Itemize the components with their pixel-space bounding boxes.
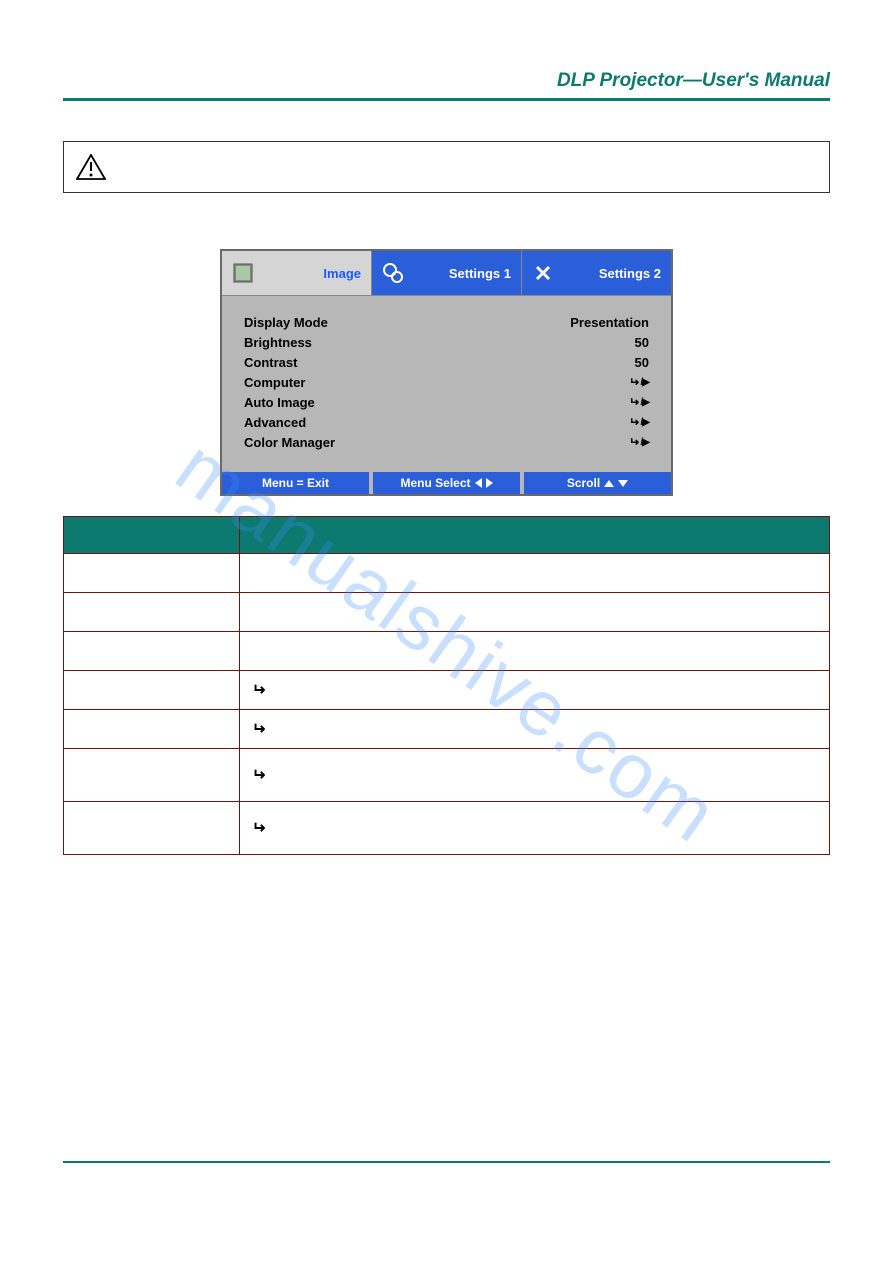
table-cell-desc: ↵ [240,671,830,710]
osd-tabs: Image Settings 1 Settings 2 [222,251,671,296]
tab-settings2-label: Settings 2 [599,266,661,281]
table-row: ↵ [64,802,830,855]
enter-icon: ↵ [252,765,265,785]
tab-image[interactable]: Image [222,251,371,295]
table-row: ↵ [64,749,830,802]
footer-scroll[interactable]: Scroll [524,472,671,494]
table-cell-desc [240,593,830,632]
table-cell-desc: ↵ [240,802,830,855]
osd-label: Brightness [244,335,312,350]
osd-label: Contrast [244,355,297,370]
tab-settings1-label: Settings 1 [449,266,511,281]
table-row: ↵ [64,671,830,710]
osd-value: Presentation [570,315,649,330]
osd-label: Advanced [244,415,306,430]
enter-icon: ↵ [252,719,265,739]
osd-label: Color Manager [244,435,335,450]
table-row [64,593,830,632]
table-cell-item [64,593,240,632]
table-header-row [64,517,830,554]
footer-rule [63,1161,830,1163]
table-cell-item [64,554,240,593]
tab-settings2[interactable]: Settings 2 [521,251,671,295]
osd-value: 50 [635,335,649,350]
enter-arrow-icon: ↵/▶ [629,395,649,409]
table-cell-item [64,632,240,671]
osd-row-computer[interactable]: Computer ↵/▶ [244,372,649,392]
page-header-title: DLP Projector—User's Manual [63,70,830,92]
enter-arrow-icon: ↵/▶ [629,435,649,449]
osd-footer: Menu = Exit Menu Select Scroll [222,468,671,494]
enter-arrow-icon: ↵/▶ [629,375,649,389]
tab-image-label: Image [323,266,361,281]
table-cell-desc [240,554,830,593]
osd-row-contrast[interactable]: Contrast 50 [244,352,649,372]
tools-icon [532,262,554,284]
osd-value: 50 [635,355,649,370]
gear-icon [382,262,404,284]
table-cell-item [64,802,240,855]
enter-arrow-icon: ↵/▶ [629,415,649,429]
triangle-down-icon [618,480,628,487]
tab-settings1[interactable]: Settings 1 [371,251,521,295]
header-rule [63,98,830,101]
table-cell-desc [240,632,830,671]
table-cell-item [64,749,240,802]
description-table: ↵ ↵ ↵ ↵ [63,516,830,855]
osd-menu: Image Settings 1 Settings 2 [220,249,673,496]
image-icon [232,262,254,284]
osd-row-auto-image[interactable]: Auto Image ↵/▶ [244,392,649,412]
osd-row-color-manager[interactable]: Color Manager ↵/▶ [244,432,649,452]
table-head-desc [240,517,830,554]
table-cell-desc: ↵ [240,710,830,749]
osd-row-advanced[interactable]: Advanced ↵/▶ [244,412,649,432]
warning-box [63,141,830,193]
osd-label: Display Mode [244,315,328,330]
table-row [64,632,830,671]
osd-row-display-mode[interactable]: Display Mode Presentation [244,312,649,332]
footer-label: Menu = Exit [262,476,329,490]
enter-icon: ↵ [252,818,265,838]
warning-icon [76,154,106,180]
triangle-left-icon [475,478,482,488]
osd-body: Display Mode Presentation Brightness 50 … [222,296,671,468]
osd-label: Computer [244,375,305,390]
footer-label: Scroll [567,476,600,490]
table-cell-item [64,671,240,710]
osd-row-brightness[interactable]: Brightness 50 [244,332,649,352]
table-row: ↵ [64,710,830,749]
triangle-up-icon [604,480,614,487]
table-row [64,554,830,593]
enter-icon: ↵ [252,680,265,700]
footer-menu-select[interactable]: Menu Select [373,472,524,494]
footer-menu-exit[interactable]: Menu = Exit [222,472,373,494]
table-head-item [64,517,240,554]
table-cell-item [64,710,240,749]
footer-label: Menu Select [400,476,470,490]
osd-label: Auto Image [244,395,315,410]
table-cell-desc: ↵ [240,749,830,802]
triangle-right-icon [486,478,493,488]
